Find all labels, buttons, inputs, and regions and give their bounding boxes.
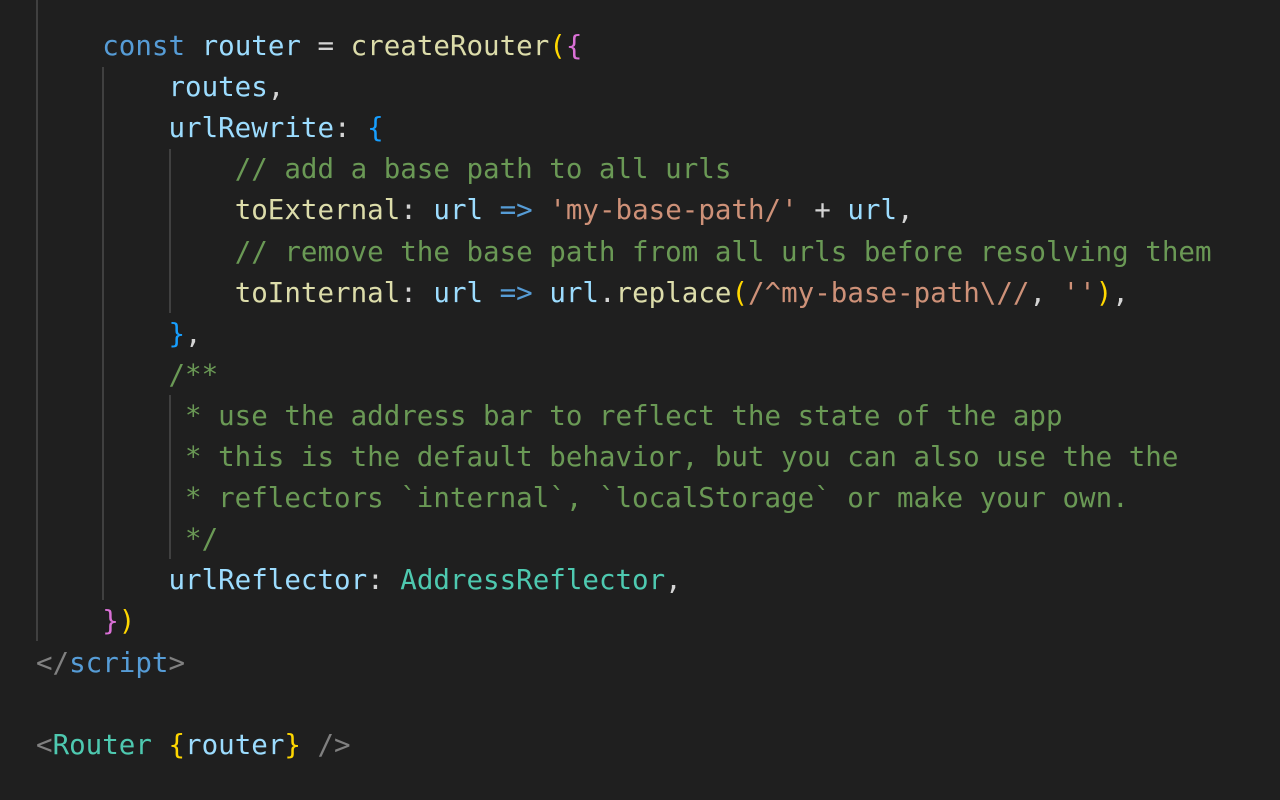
code-line[interactable]: // add a base path to all urls bbox=[36, 149, 732, 190]
code-token: const bbox=[102, 30, 186, 62]
code-token: => bbox=[499, 194, 533, 227]
code-line[interactable]: }) bbox=[36, 601, 135, 642]
code-token: , bbox=[897, 194, 914, 227]
code-token: /> bbox=[317, 728, 351, 761]
code-token: * reflectors `internal`, `localStorage` … bbox=[185, 482, 1129, 515]
code-token: urlReflector bbox=[168, 564, 368, 597]
code-token: . bbox=[598, 276, 616, 309]
code-line[interactable]: toInternal: url => url.replace(/^my-base… bbox=[36, 273, 1129, 314]
code-token: { bbox=[367, 112, 384, 145]
code-token: ( bbox=[549, 30, 566, 62]
code-token: Router bbox=[52, 728, 152, 761]
code-token: router bbox=[185, 728, 285, 761]
code-token: url bbox=[549, 276, 599, 309]
code-token: router bbox=[201, 30, 301, 62]
code-line[interactable]: * use the address bar to reflect the sta… bbox=[36, 396, 1063, 437]
code-token: , bbox=[185, 317, 202, 350]
code-token: { bbox=[565, 30, 583, 62]
code-line[interactable]: toExternal: url => 'my-base-path/' + url… bbox=[36, 190, 914, 231]
code-token: url bbox=[433, 194, 484, 227]
code-token: , bbox=[1112, 276, 1129, 309]
code-token: ( bbox=[731, 276, 749, 309]
code-token: /** bbox=[168, 358, 219, 391]
code-token: // add a base path to all urls bbox=[234, 153, 732, 186]
code-token: /^my-base-path\// bbox=[748, 276, 1030, 309]
code-token: routes bbox=[168, 71, 268, 104]
code-token: } bbox=[284, 728, 301, 761]
code-token: * use the address bar to reflect the sta… bbox=[185, 399, 1063, 432]
code-token: { bbox=[168, 728, 186, 761]
code-token: url bbox=[433, 276, 484, 309]
code-token: */ bbox=[185, 523, 219, 556]
code-token: ) bbox=[118, 605, 136, 638]
code-token: * this is the default behavior, but you … bbox=[185, 441, 1179, 473]
code-line[interactable]: urlRewrite: { bbox=[36, 108, 384, 149]
code-token: : bbox=[367, 564, 401, 597]
code-token: > bbox=[168, 646, 186, 679]
code-line[interactable]: urlReflector: AddressReflector, bbox=[36, 560, 682, 601]
code-token: createRouter bbox=[350, 30, 550, 62]
code-token: url bbox=[847, 194, 898, 227]
code-line[interactable]: routes, bbox=[36, 67, 284, 108]
code-token: + bbox=[797, 194, 848, 227]
code-token: , bbox=[1029, 276, 1063, 309]
code-token: // remove the base path from all urls be… bbox=[234, 235, 1212, 268]
code-token: , bbox=[665, 564, 682, 597]
code-token: => bbox=[499, 276, 533, 309]
code-token: } bbox=[102, 605, 119, 638]
code-line[interactable]: * reflectors `internal`, `localStorage` … bbox=[36, 478, 1129, 519]
code-token: toInternal bbox=[234, 276, 401, 309]
code-token: ) bbox=[1095, 276, 1113, 309]
code-line[interactable]: </script> bbox=[36, 643, 185, 684]
code-token: replace bbox=[615, 276, 732, 309]
code-token: : bbox=[400, 194, 434, 227]
code-token: '' bbox=[1062, 276, 1096, 309]
code-token: : bbox=[400, 276, 434, 309]
code-token: 'my-base-path/' bbox=[549, 194, 798, 227]
code-line[interactable]: const router = createRouter({ bbox=[36, 26, 582, 67]
code-token: script bbox=[69, 646, 169, 679]
code-token: : bbox=[334, 112, 368, 145]
code-line[interactable]: /** bbox=[36, 355, 218, 396]
code-line[interactable]: // remove the base path from all urls be… bbox=[36, 232, 1212, 273]
code-editor[interactable]: const router = createRouter({ routes, ur… bbox=[0, 0, 1280, 800]
code-line[interactable]: * this is the default behavior, but you … bbox=[36, 437, 1178, 478]
code-token: , bbox=[267, 71, 285, 104]
code-token: = bbox=[300, 30, 351, 62]
code-token: </ bbox=[36, 646, 70, 679]
code-token: toExternal bbox=[234, 194, 401, 227]
code-line[interactable]: <Router {router} /> bbox=[36, 725, 351, 766]
code-token: } bbox=[168, 317, 186, 350]
code-token: < bbox=[36, 728, 53, 761]
code-token: urlRewrite bbox=[168, 112, 335, 145]
code-token: AddressReflector bbox=[400, 564, 666, 597]
code-line[interactable]: */ bbox=[36, 519, 218, 560]
code-line[interactable]: }, bbox=[36, 314, 202, 355]
